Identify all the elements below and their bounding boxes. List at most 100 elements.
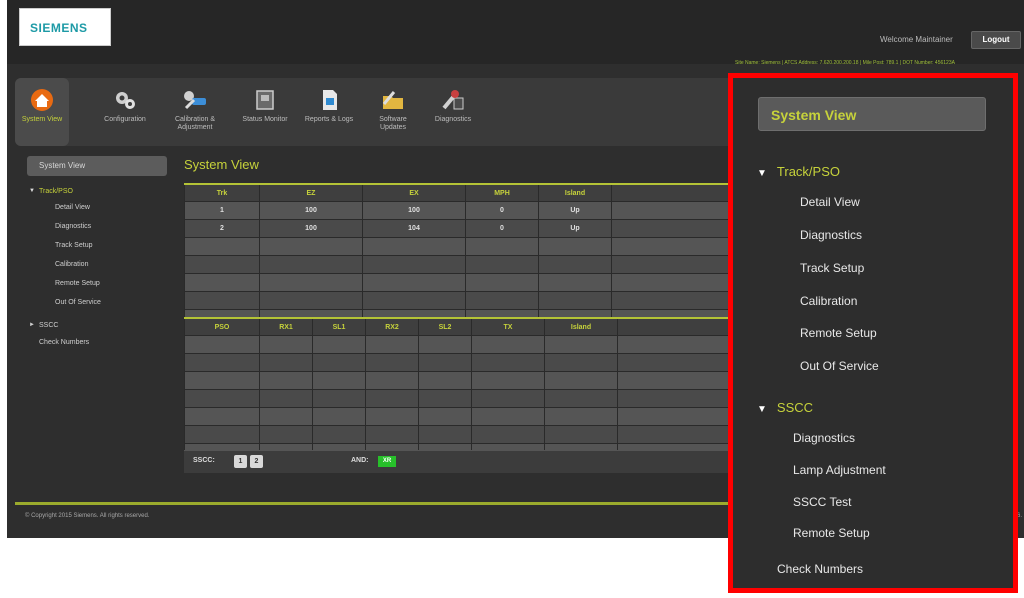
table-cell — [259, 353, 313, 372]
toolbar-diagnostics[interactable]: Diagnostics — [425, 78, 481, 146]
table-cell — [471, 371, 545, 390]
toolbar-status-monitor[interactable]: Status Monitor — [237, 78, 293, 146]
table-cell — [259, 389, 313, 408]
table-cell — [184, 371, 260, 390]
logout-button[interactable]: Logout — [971, 31, 1021, 49]
table-cell — [538, 255, 612, 274]
nav-group-sscc[interactable]: ► SSCC — [27, 316, 167, 335]
toolbar-label: Calibration & Adjustment — [174, 116, 216, 131]
table-row: 2 100 104 0 Up — [184, 219, 744, 238]
table-cell — [184, 425, 260, 444]
callout-item-track-setup[interactable]: Track Setup — [800, 261, 864, 275]
callout-item-sscc-test[interactable]: SSCC Test — [793, 495, 851, 509]
nav-group-label: Track/PSO — [39, 188, 73, 195]
table-cell — [259, 335, 313, 354]
callout-item-check-numbers[interactable]: Check Numbers — [777, 562, 863, 576]
table-cell — [544, 353, 618, 372]
table-cell — [471, 407, 545, 426]
and-xr-indicator: XR — [378, 456, 396, 467]
top-bar: SIEMENS Welcome Maintainer Logout Site N… — [7, 0, 1024, 66]
callout-group-label: Track/PSO — [776, 164, 840, 179]
triangle-right-icon: ► — [29, 322, 35, 328]
toolbar-label: Reports & Logs — [304, 116, 354, 123]
column-header — [617, 317, 744, 336]
column-header: MPH — [465, 183, 539, 202]
table-cell: 0 — [465, 219, 539, 238]
callout-item-lamp-adjustment[interactable]: Lamp Adjustment — [793, 463, 886, 477]
siemens-logo: SIEMENS — [19, 8, 111, 46]
table-cell — [259, 255, 363, 274]
callout-item-detail-view[interactable]: Detail View — [800, 195, 860, 209]
table-cell — [259, 407, 313, 426]
table-cell — [465, 255, 539, 274]
pso-table: PSO RX1 SL1 RX2 SL2 TX Island — [184, 317, 744, 462]
table-cell — [312, 371, 366, 390]
nav-item-diagnostics[interactable]: Diagnostics — [27, 217, 167, 236]
nav-item-out-of-service[interactable]: Out Of Service — [27, 293, 167, 312]
triangle-down-icon: ▼ — [29, 188, 35, 194]
nav-group-track-pso[interactable]: ▼ Track/PSO — [27, 188, 167, 195]
table-cell: Up — [538, 219, 612, 238]
table-cell — [365, 371, 419, 390]
sscc-2-button[interactable]: 2 — [250, 455, 263, 468]
logo-text: SIEMENS — [30, 21, 88, 35]
table-cell — [418, 335, 472, 354]
track-table: Trk EZ EX MPH Island 1 100 100 0 Up 2 100 104 0… — [184, 183, 744, 328]
table-row — [184, 255, 744, 274]
table-cell — [362, 237, 466, 256]
callout-item-calibration[interactable]: Calibration — [800, 294, 857, 308]
table-row — [184, 371, 744, 390]
table-cell — [184, 291, 260, 310]
nav-item-remote-setup[interactable]: Remote Setup — [27, 274, 167, 293]
callout-item-out-of-service[interactable]: Out Of Service — [800, 359, 879, 373]
table-cell — [312, 407, 366, 426]
system-view-callout: System View ▼ Track/PSO Detail View Diagn… — [728, 73, 1018, 593]
callout-item-sscc-diagnostics[interactable]: Diagnostics — [793, 431, 855, 445]
table-cell: 1 — [184, 201, 260, 220]
toolbar-system-view[interactable]: System View — [15, 78, 69, 146]
callout-item-diagnostics[interactable]: Diagnostics — [800, 228, 862, 242]
toolbar-reports-logs[interactable]: Reports & Logs — [300, 78, 358, 146]
nav-item-detail-view[interactable]: Detail View — [27, 198, 167, 217]
table-row — [184, 425, 744, 444]
table-cell — [544, 407, 618, 426]
triangle-down-icon: ▼ — [757, 168, 767, 179]
table-cell — [184, 389, 260, 408]
monitor-icon — [256, 90, 274, 110]
toolbar-software-updates[interactable]: Software Updates — [367, 78, 419, 146]
triangle-down-icon: ▼ — [757, 404, 767, 415]
nav-item-track-setup[interactable]: Track Setup — [27, 236, 167, 255]
table-cell: 100 — [259, 201, 363, 220]
callout-header[interactable]: System View — [758, 97, 986, 131]
table-cell — [184, 407, 260, 426]
table-row — [184, 353, 744, 372]
column-header: SL2 — [418, 317, 472, 336]
table-row — [184, 407, 744, 426]
sscc-1-button[interactable]: 1 — [234, 455, 247, 468]
table-cell — [611, 219, 744, 238]
table-cell — [617, 389, 744, 408]
left-nav-header[interactable]: System View — [27, 156, 167, 176]
table-cell — [544, 389, 618, 408]
table-cell — [617, 407, 744, 426]
column-header: EZ — [259, 183, 363, 202]
toolbar-configuration[interactable]: Configuration — [95, 78, 155, 146]
table-cell — [418, 353, 472, 372]
table-cell — [611, 255, 744, 274]
table-cell — [184, 255, 260, 274]
welcome-text: Welcome Maintainer — [880, 35, 953, 44]
toolbar-calibration[interactable]: Calibration & Adjustment — [165, 78, 225, 146]
nav-item-check-numbers[interactable]: Check Numbers — [27, 335, 167, 351]
callout-item-sscc-remote-setup[interactable]: Remote Setup — [793, 526, 870, 540]
nav-item-calibration[interactable]: Calibration — [27, 255, 167, 274]
callout-item-remote-setup[interactable]: Remote Setup — [800, 326, 877, 340]
column-header: TX — [471, 317, 545, 336]
callout-group-sscc[interactable]: ▼ SSCC — [757, 400, 813, 415]
toolbar-label: Configuration — [104, 116, 146, 123]
column-header: PSO — [184, 317, 260, 336]
gears-icon — [116, 92, 135, 109]
table-cell: 2 — [184, 219, 260, 238]
callout-group-track-pso[interactable]: ▼ Track/PSO — [757, 164, 840, 179]
table-cell — [617, 425, 744, 444]
table-cell — [312, 425, 366, 444]
